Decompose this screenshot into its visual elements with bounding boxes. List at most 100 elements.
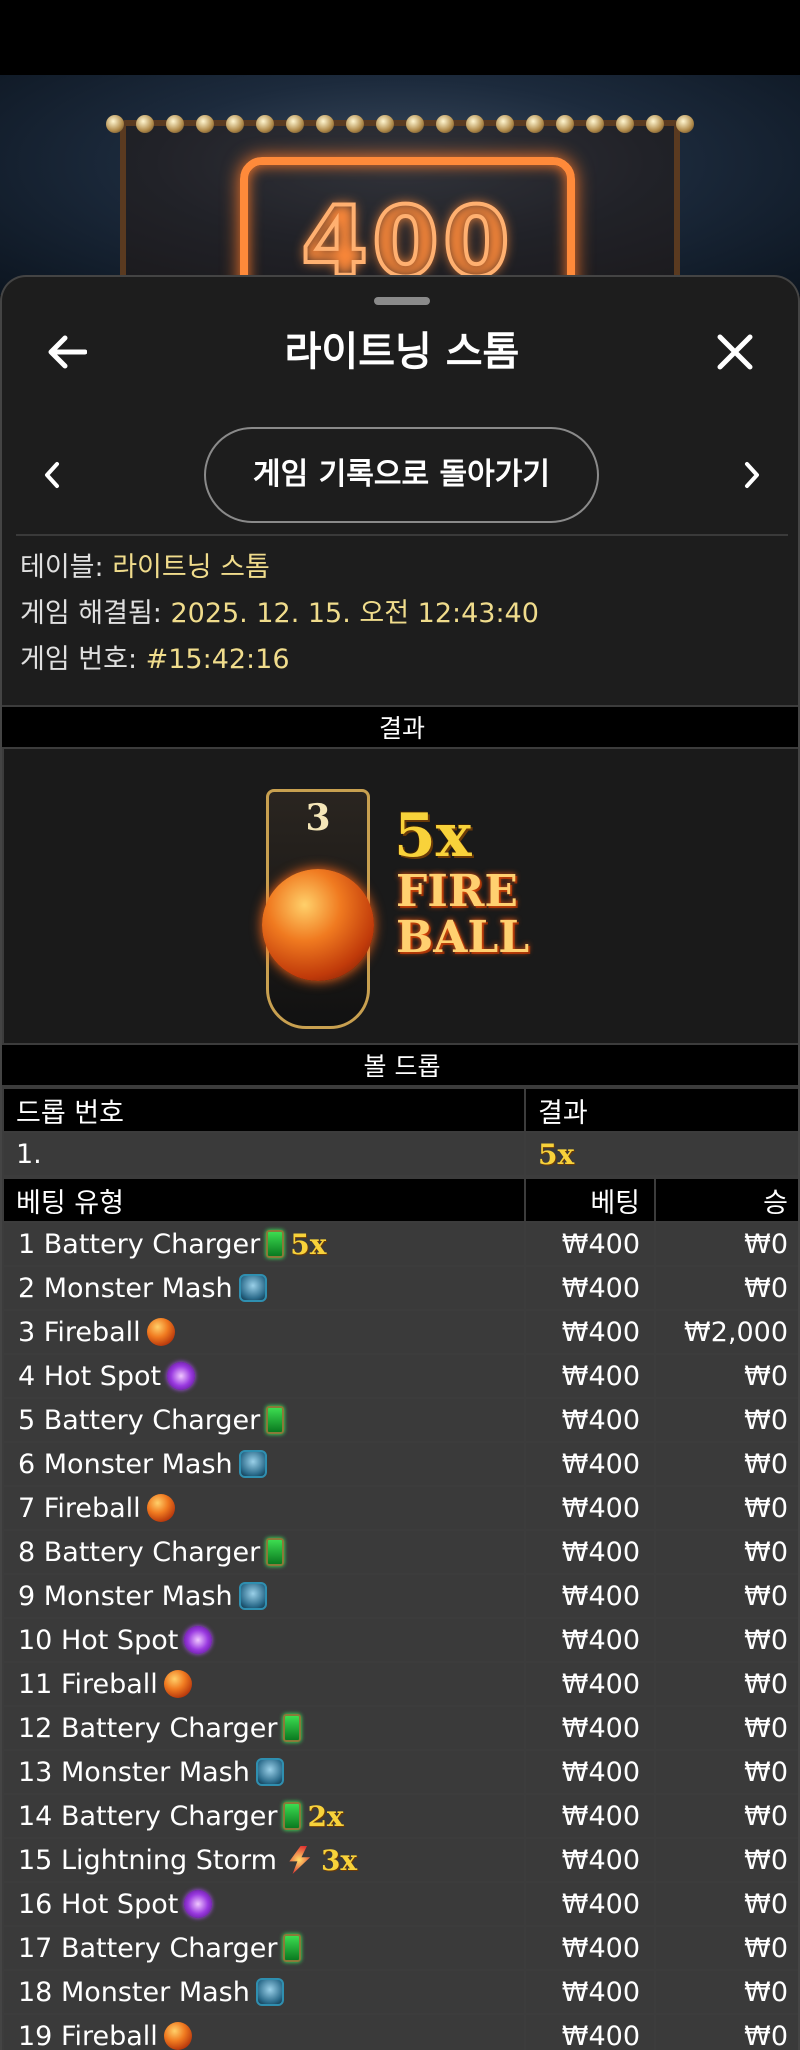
ball-drop-band: 볼 드롭 — [2, 1043, 798, 1087]
table-row: 1. 5x — [2, 1131, 798, 1177]
back-to-history-button[interactable]: 게임 기록으로 돌아가기 — [204, 427, 599, 523]
rig-lights — [0, 115, 800, 145]
bet-amount: ₩400 — [524, 1925, 656, 1971]
ball-drop-table: 드롭 번호 결과 1. 5x — [2, 1087, 798, 1177]
win-amount: ₩0 — [654, 1881, 798, 1927]
chevron-left-icon — [45, 462, 59, 488]
bet-amount: ₩400 — [524, 1881, 656, 1927]
bet-amount: ₩400 — [524, 1353, 656, 1399]
result-type: FIRE BALL — [396, 866, 530, 963]
table-row: 19 Fireball ₩400 ₩0 — [2, 2013, 798, 2050]
win-amount: ₩0 — [654, 1837, 798, 1883]
ball-slot-number: 3 — [305, 797, 331, 839]
next-game-button[interactable] — [732, 450, 772, 500]
bet-amount: ₩400 — [524, 1441, 656, 1487]
battery-icon — [283, 1802, 302, 1830]
table-row: 4 Hot Spot ₩400 ₩0 — [2, 1353, 798, 1399]
hot-spot-icon — [167, 1362, 196, 1390]
result-graphic: 3 5x FIRE BALL — [2, 749, 798, 1043]
bet-amount: ₩400 — [524, 1265, 656, 1311]
column-header: 결과 — [524, 1087, 798, 1133]
game-background: 400 — [0, 75, 800, 295]
bet-type: 18 Monster Mash — [2, 1969, 526, 2015]
battery-icon — [266, 1538, 285, 1566]
table-row: 7 Fireball ₩400 ₩0 — [2, 1485, 798, 1531]
bet-type-label: 17 Battery Charger — [18, 1932, 278, 1964]
bet-type: 17 Battery Charger — [2, 1925, 526, 1971]
battery-icon — [266, 1406, 285, 1434]
win-amount: ₩0 — [654, 2013, 798, 2050]
bet-type: 7 Fireball — [2, 1485, 526, 1531]
bet-amount: ₩400 — [524, 1485, 656, 1531]
bet-type: 11 Fireball — [2, 1661, 526, 1707]
arrow-left-icon — [48, 335, 87, 369]
title-bar: 라이트닝 스톰 — [2, 317, 798, 387]
bet-type-label: 8 Battery Charger — [18, 1536, 261, 1568]
column-header: 드롭 번호 — [2, 1087, 526, 1133]
bet-type: 3 Fireball — [2, 1309, 526, 1355]
info-row-game-number: 게임 번호: #15:42:16 — [20, 644, 290, 675]
page-title: 라이트닝 스톰 — [284, 329, 520, 375]
fireball-icon — [163, 1670, 192, 1698]
win-amount: ₩0 — [654, 1397, 798, 1443]
win-amount: ₩0 — [654, 1265, 798, 1311]
bet-amount: ₩400 — [524, 2013, 656, 2050]
win-amount: ₩0 — [654, 1529, 798, 1575]
bet-amount: ₩400 — [524, 1397, 656, 1443]
win-amount: ₩0 — [654, 1221, 798, 1267]
bet-type: 12 Battery Charger — [2, 1705, 526, 1751]
table-row: 14 Battery Charger 2x ₩400 ₩0 — [2, 1793, 798, 1839]
fireball-icon — [146, 1494, 175, 1522]
drag-handle[interactable] — [374, 297, 430, 305]
table-row: 1 Battery Charger 5x ₩400 ₩0 — [2, 1221, 798, 1267]
win-amount: ₩0 — [654, 1617, 798, 1663]
monster-icon — [238, 1582, 267, 1610]
win-amount: ₩0 — [654, 1441, 798, 1487]
bets-body: 1 Battery Charger 5x ₩400 ₩0 2 Monster Mash ₩… — [2, 1221, 798, 2050]
info-row-table: 테이블: 라이트닝 스톰 — [20, 552, 270, 583]
bet-type-label: 3 Fireball — [18, 1316, 141, 1348]
bet-type: 19 Fireball — [2, 2013, 526, 2050]
table-row: 17 Battery Charger ₩400 ₩0 — [2, 1925, 798, 1971]
table-row: 11 Fireball ₩400 ₩0 — [2, 1661, 798, 1707]
hot-spot-icon — [184, 1890, 213, 1918]
lightning-icon — [289, 1846, 311, 1874]
bet-amount: ₩400 — [524, 1705, 656, 1751]
win-amount: ₩0 — [654, 1353, 798, 1399]
bet-type-label: 11 Fireball — [18, 1668, 158, 1700]
bet-type: 14 Battery Charger 2x — [2, 1793, 526, 1839]
bet-amount: ₩400 — [524, 1837, 656, 1883]
bet-type-label: 6 Monster Mash — [18, 1448, 233, 1480]
previous-game-button[interactable] — [32, 450, 72, 500]
result-multiplier: 5x — [394, 801, 472, 871]
bet-amount: ₩400 — [524, 1309, 656, 1355]
info-value: #15:42:16 — [145, 644, 290, 675]
back-button[interactable] — [42, 327, 92, 377]
win-amount: ₩0 — [654, 1485, 798, 1531]
bet-type: 6 Monster Mash — [2, 1441, 526, 1487]
table-row: 8 Battery Charger ₩400 ₩0 — [2, 1529, 798, 1575]
bet-amount: ₩400 — [524, 1793, 656, 1839]
game-details-sheet: 라이트닝 스톰 게임 기록으로 돌아가기 테이블: 라이트닝 스톰 게임 해결됨… — [0, 275, 800, 2050]
table-row: 12 Battery Charger ₩400 ₩0 — [2, 1705, 798, 1751]
multiplier-badge: 2x — [307, 1799, 344, 1833]
battery-icon — [266, 1230, 285, 1258]
monster-icon — [255, 1758, 284, 1786]
info-row-resolved: 게임 해결됨: 2025. 12. 15. 오전 12:43:40 — [20, 598, 539, 629]
bet-amount: ₩400 — [524, 1573, 656, 1619]
battery-icon — [283, 1714, 302, 1742]
fireball-icon — [146, 1318, 175, 1346]
close-button[interactable] — [707, 327, 762, 377]
bet-amount: ₩400 — [524, 1661, 656, 1707]
multiplier-badge: 5x — [290, 1227, 327, 1261]
bet-type: 9 Monster Mash — [2, 1573, 526, 1619]
table-row: 16 Hot Spot ₩400 ₩0 — [2, 1881, 798, 1927]
win-amount: ₩0 — [654, 1793, 798, 1839]
bet-type: 16 Hot Spot — [2, 1881, 526, 1927]
bet-type-label: 16 Hot Spot — [18, 1888, 179, 1920]
table-row: 5 Battery Charger ₩400 ₩0 — [2, 1397, 798, 1443]
win-amount: ₩0 — [654, 1749, 798, 1795]
column-header: 베팅 — [524, 1177, 656, 1223]
bet-type-label: 14 Battery Charger — [18, 1800, 278, 1832]
bet-type: 2 Monster Mash — [2, 1265, 526, 1311]
